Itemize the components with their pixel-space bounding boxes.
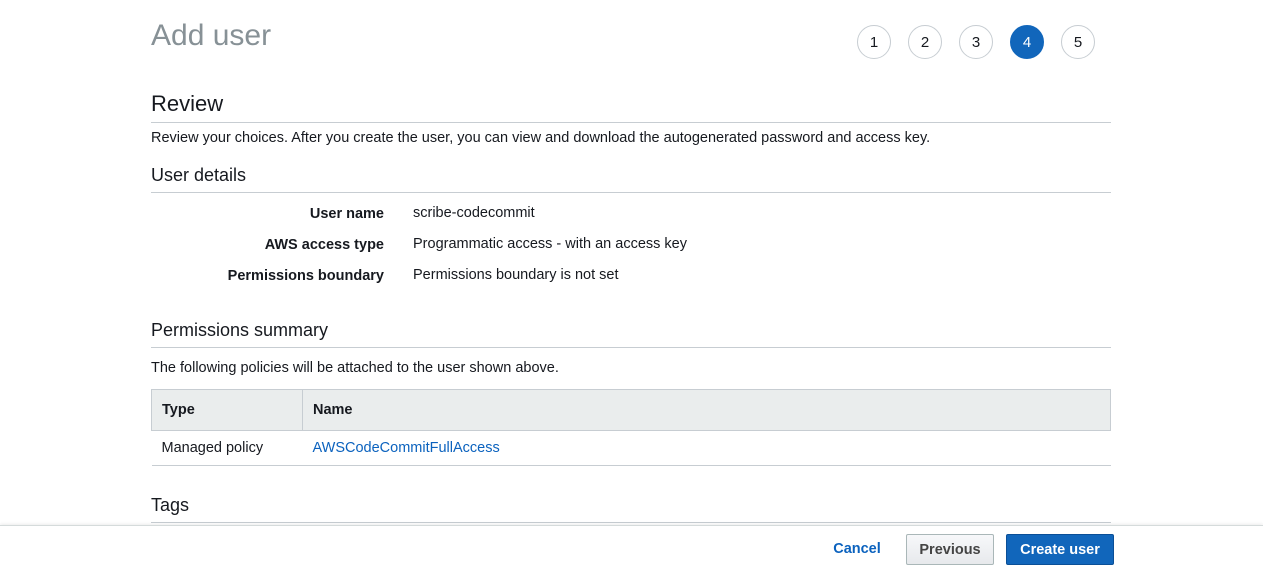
detail-row-permissions-boundary: Permissions boundary Permissions boundar… <box>151 265 1111 296</box>
detail-value: Permissions boundary is not set <box>413 267 619 283</box>
permissions-summary-heading: Permissions summary <box>151 319 1111 348</box>
tags-heading: Tags <box>151 494 1111 523</box>
detail-row-user-name: User name scribe-codecommit <box>151 203 1111 234</box>
user-details-list: User name scribe-codecommit AWS access t… <box>151 203 1111 296</box>
detail-row-access-type: AWS access type Programmatic access - wi… <box>151 234 1111 265</box>
step-3[interactable]: 3 <box>959 25 993 59</box>
add-user-page: Add user 1 2 3 4 5 Review Review your ch… <box>0 0 1263 572</box>
permissions-intro-text: The following policies will be attached … <box>151 360 559 376</box>
detail-value: scribe-codecommit <box>413 205 535 221</box>
step-5[interactable]: 5 <box>1061 25 1095 59</box>
step-2[interactable]: 2 <box>908 25 942 59</box>
table-header-row: Type Name <box>151 389 1111 431</box>
step-indicator: 1 2 3 4 5 <box>857 25 1095 59</box>
table-row: Managed policy AWSCodeCommitFullAccess <box>151 430 1111 466</box>
review-heading: Review <box>151 90 1111 123</box>
column-header-name[interactable]: Name <box>302 389 1111 431</box>
policy-name-link[interactable]: AWSCodeCommitFullAccess <box>313 440 500 456</box>
policy-type-cell: Managed policy <box>151 430 303 466</box>
user-details-heading: User details <box>151 164 1111 193</box>
wizard-footer: Cancel Previous Create user <box>0 525 1263 572</box>
review-intro-text: Review your choices. After you create th… <box>151 130 931 146</box>
column-header-type[interactable]: Type <box>151 389 303 431</box>
previous-button[interactable]: Previous <box>906 534 994 565</box>
page-title: Add user <box>151 19 272 52</box>
cancel-button[interactable]: Cancel <box>818 534 896 564</box>
detail-label: Permissions boundary <box>227 268 384 284</box>
detail-label: User name <box>309 206 384 222</box>
step-4-current[interactable]: 4 <box>1010 25 1044 59</box>
step-1[interactable]: 1 <box>857 25 891 59</box>
policy-table: Type Name Managed policy AWSCodeCommitFu… <box>151 389 1111 466</box>
policy-name-cell: AWSCodeCommitFullAccess <box>302 430 1111 466</box>
create-user-button[interactable]: Create user <box>1006 534 1114 565</box>
detail-value: Programmatic access - with an access key <box>413 236 687 252</box>
detail-label: AWS access type <box>264 237 384 253</box>
